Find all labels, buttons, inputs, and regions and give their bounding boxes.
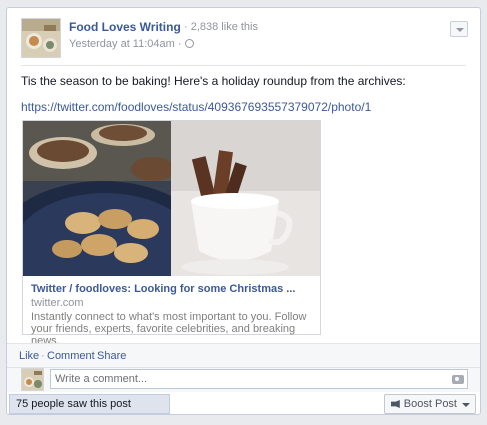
- separator-dot: ·: [91, 350, 95, 362]
- comment-composer: [7, 367, 480, 392]
- link-attachment[interactable]: Twitter / foodloves: Looking for some Ch…: [22, 120, 321, 347]
- chevron-down-icon[interactable]: [462, 403, 470, 407]
- page-like-count: · 2,838 like this: [184, 21, 258, 33]
- attachment-image[interactable]: [23, 121, 320, 276]
- post-link-url[interactable]: https://twitter.com/foodloves/status/409…: [21, 100, 371, 114]
- share-link[interactable]: Share: [97, 350, 126, 362]
- commenter-avatar: [21, 368, 44, 391]
- page-avatar[interactable]: [21, 18, 61, 58]
- globe-icon[interactable]: [184, 39, 194, 48]
- page-name-link[interactable]: Food Loves Writing: [69, 20, 181, 34]
- post-card: Food Loves Writing · 2,838 like this Yes…: [6, 7, 481, 415]
- attachment-domain: twitter.com: [31, 297, 84, 309]
- attachment-description: Instantly connect to what's most importa…: [31, 311, 307, 347]
- comment-input[interactable]: [50, 369, 468, 389]
- attachment-title[interactable]: Twitter / foodloves: Looking for some Ch…: [31, 283, 295, 295]
- separator-dot: ·: [41, 350, 45, 362]
- boost-post-button[interactable]: Boost Post: [383, 394, 476, 414]
- header-divider: [21, 65, 466, 66]
- comment-link[interactable]: Comment: [47, 350, 95, 362]
- megaphone-icon: [390, 400, 400, 408]
- boost-post-label: Boost Post: [403, 398, 457, 410]
- post-header: Food Loves Writing · 2,838 like this Yes…: [21, 18, 470, 58]
- timestamp-text[interactable]: Yesterday at 11:04am ·: [69, 38, 182, 50]
- post-actions-bar: Like · Comment · Share: [7, 343, 480, 367]
- camera-icon[interactable]: [452, 375, 464, 384]
- post-message: Tis the season to be baking! Here's a ho…: [21, 74, 406, 88]
- chevron-down-icon[interactable]: [450, 21, 468, 37]
- like-link[interactable]: Like: [19, 350, 39, 362]
- post-reach[interactable]: 75 people saw this post: [9, 394, 170, 414]
- post-timestamp[interactable]: Yesterday at 11:04am ·: [69, 38, 194, 50]
- post-footer: 75 people saw this post Boost Post: [7, 392, 480, 414]
